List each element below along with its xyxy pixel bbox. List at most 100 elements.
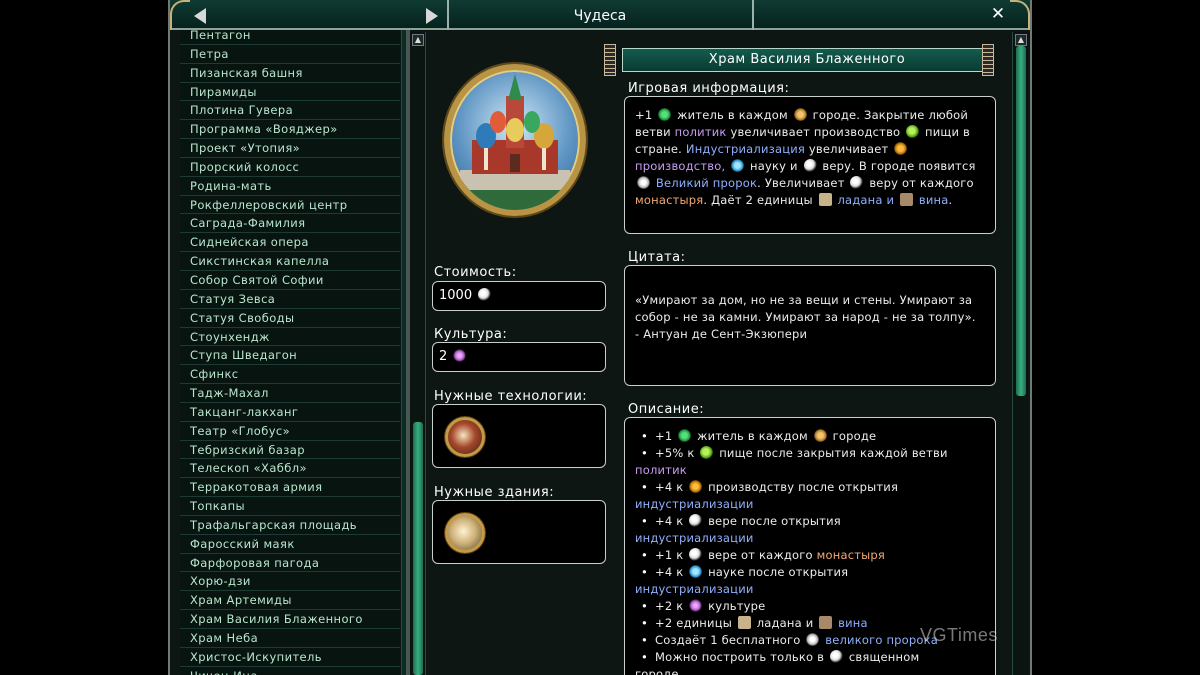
quote-text: «Умирают за дом, но не за вещи и стены. … — [635, 292, 989, 343]
city-icon — [813, 429, 827, 442]
list-item: +1 житель в каждом городе — [625, 428, 985, 445]
wonder-list-item[interactable]: Фарфоровая пагода — [180, 553, 400, 573]
wonder-list-item[interactable]: Петра — [180, 44, 400, 64]
technology-icon[interactable] — [445, 417, 485, 457]
wonder-list-item[interactable]: Статуя Свободы — [180, 308, 400, 328]
civilopedia-window: Чудеса ✕ Пентагон Петра Пизанская башня Пир… — [168, 0, 1032, 675]
wonder-list-item[interactable]: Храм Артемиды — [180, 591, 400, 611]
wonder-list-item[interactable]: Рокфеллеровский центр — [180, 195, 400, 215]
wonder-list-item[interactable]: Сфинкс — [180, 365, 400, 385]
incense-icon — [737, 616, 751, 629]
wonder-list-item[interactable]: Сикстинская капелла — [180, 252, 400, 271]
industrialization-link[interactable]: индустриализации — [635, 582, 754, 596]
incense-link[interactable]: ладана и — [837, 193, 894, 207]
faith-dove-icon — [689, 514, 703, 527]
wonder-list-item[interactable]: Хорю-дзи — [180, 572, 400, 592]
wonder-list-item[interactable]: Трафальгарская площадь — [180, 515, 400, 535]
next-arrow-icon[interactable] — [426, 8, 438, 24]
scroll-up-icon[interactable]: ▲ — [1015, 34, 1027, 46]
detail-right-scrollbar[interactable]: ▲ — [1012, 32, 1028, 675]
wonder-list-item[interactable]: Пизанская башня — [180, 63, 400, 83]
wine-link[interactable]: вина — [838, 616, 868, 630]
building-icon[interactable] — [445, 513, 485, 553]
faith-dove-icon — [478, 288, 492, 301]
wonder-list-item[interactable]: Фаросский маяк — [180, 534, 400, 554]
watermark: VGTimes — [920, 625, 998, 645]
wonder-list-item[interactable]: Христос-Искупитель — [180, 647, 400, 667]
wonder-list-item[interactable]: Статуя Зевса — [180, 289, 400, 309]
cost-number: 1000 — [439, 288, 473, 303]
production-icon — [894, 142, 908, 155]
wonder-list-item[interactable]: Храм Василия Блаженного — [180, 610, 400, 629]
citizen-icon — [678, 429, 692, 442]
industrialization-link[interactable]: индустриализации — [635, 531, 754, 545]
list-item: +4 к производству после открытияиндустри… — [625, 479, 985, 513]
wonder-list-item[interactable]: Храм Неба — [180, 629, 400, 648]
cost-value: 1000 — [439, 282, 493, 310]
wonder-list-item[interactable]: Проект «Утопия» — [180, 139, 400, 158]
faith-dove-icon — [689, 548, 703, 561]
game-info-text: +1 житель в каждом городе. Закрытие любо… — [635, 108, 976, 207]
detail-left-scrollbar[interactable]: ▲ — [410, 32, 426, 675]
wonder-list: Пентагон Петра Пизанская башня Пирамиды Плот… — [180, 30, 400, 675]
scroll-thumb[interactable] — [1016, 46, 1026, 396]
wonder-list-item[interactable]: Плотина Гувера — [180, 101, 400, 121]
quote-author: - Антуан де Сент-Экзюпери — [635, 327, 808, 341]
wonder-list-item[interactable]: Сиднейская опера — [180, 233, 400, 253]
cathedral-image — [450, 74, 580, 210]
scroll-thumb[interactable] — [413, 422, 423, 675]
cost-label: Стоимость: — [434, 265, 517, 280]
wonder-list-item[interactable]: Ступа Шведагон — [180, 346, 400, 366]
required-tech-label: Нужные технологии: — [434, 389, 588, 404]
culture-icon — [689, 599, 703, 612]
scroll-up-icon[interactable]: ▲ — [412, 34, 424, 46]
wonder-list-item[interactable]: Программа «Вояджер» — [180, 120, 400, 140]
previous-arrow-icon[interactable] — [194, 8, 206, 24]
wonder-list-item[interactable]: Пентагон — [180, 30, 400, 45]
wonder-list-item[interactable]: Саграда-Фамилия — [180, 214, 400, 234]
faith-dove-icon — [803, 159, 817, 172]
title-bar: Чудеса ✕ — [170, 0, 1030, 30]
required-tech-box — [432, 404, 606, 468]
wonder-portrait — [444, 64, 586, 216]
list-item: +5% к пище после закрытия каждой ветвипо… — [625, 445, 985, 479]
required-buildings-box — [432, 500, 606, 564]
wonder-list-item[interactable]: Телескоп «Хаббл» — [180, 459, 400, 479]
required-buildings-label: Нужные здания: — [434, 485, 555, 500]
industrialization-link[interactable]: Индустриализация — [686, 142, 805, 156]
wonder-list-item[interactable]: Театр «Глобус» — [180, 421, 400, 441]
city-icon — [793, 108, 807, 121]
policy-link[interactable]: политик — [675, 125, 727, 139]
great-prophet-link[interactable]: Великий пророк — [656, 176, 757, 190]
wonder-list-item[interactable]: Терракотовая армия — [180, 478, 400, 498]
culture-label: Культура: — [434, 327, 508, 342]
culture-box: 2 — [432, 342, 606, 372]
wonder-list-item[interactable]: Тебризский базар — [180, 440, 400, 460]
monastery-link[interactable]: монастыря — [817, 548, 885, 562]
list-item: +2 к культуре — [625, 598, 985, 615]
corner-ornament-left — [170, 0, 190, 30]
monastery-link[interactable]: монастыря — [635, 193, 703, 207]
description-label: Описание: — [628, 402, 705, 417]
wonder-list-item[interactable]: Такцанг-лакханг — [180, 402, 400, 422]
wonder-list-item[interactable]: Тадж-Махал — [180, 384, 400, 403]
wonder-list-item[interactable]: Пирамиды — [180, 82, 400, 102]
wonder-list-item[interactable]: Родина-мать — [180, 176, 400, 196]
list-item: Можно построить только в священномгороде — [625, 649, 985, 675]
wine-link[interactable]: вина — [919, 193, 949, 207]
industrialization-link[interactable]: индустриализации — [635, 497, 754, 511]
wonder-list-item[interactable]: Стоунхендж — [180, 327, 400, 347]
title-divider — [752, 0, 754, 30]
wonder-list-item[interactable]: Топкапы — [180, 497, 400, 516]
wonder-list-item[interactable]: Собор Святой Софии — [180, 270, 400, 290]
quote-box: «Умирают за дом, но не за вещи и стены. … — [624, 265, 996, 386]
wonder-list-item[interactable]: Чичен-Ица — [180, 666, 400, 675]
wine-icon — [819, 616, 833, 629]
title-divider — [447, 0, 449, 30]
window-title: Чудеса — [573, 8, 627, 24]
policy-link[interactable]: политик — [635, 463, 687, 477]
close-icon[interactable]: ✕ — [988, 4, 1008, 24]
wonder-list-item[interactable]: Прорский колосс — [180, 157, 400, 177]
food-icon — [700, 446, 714, 459]
list-item: +4 к вере после открытияиндустриализации — [625, 513, 985, 547]
